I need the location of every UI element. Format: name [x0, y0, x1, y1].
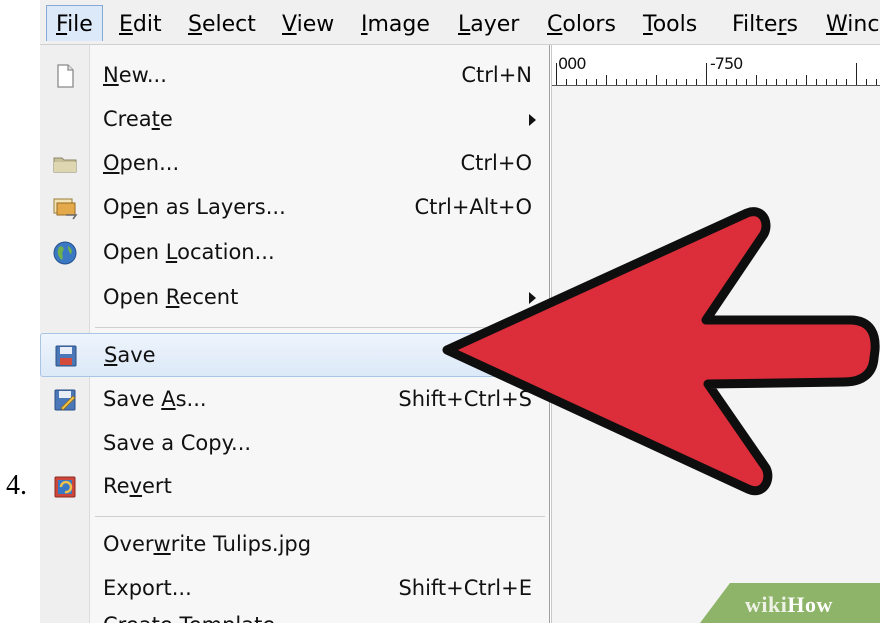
- red-arrow-pointer: [442, 207, 880, 496]
- screenshot: 4. File Edit Select View Image Layer Col…: [0, 0, 880, 623]
